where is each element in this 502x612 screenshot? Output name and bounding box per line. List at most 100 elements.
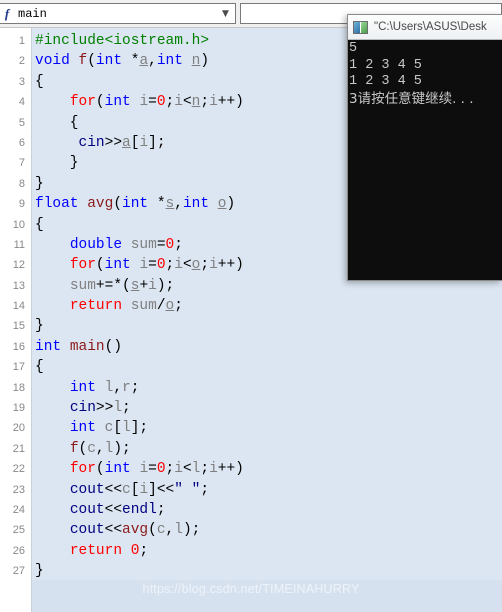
code-token: o [165,298,175,315]
code-token: = [148,257,157,274]
code-empty-area[interactable] [32,580,502,612]
console-line: 1 2 3 4 5 [349,57,422,73]
code-token: sum [130,298,157,315]
code-token: 0 [156,257,166,274]
line-number: 2 [18,55,25,68]
line-number: 9 [18,198,25,211]
code-token: >> [104,134,123,151]
code-token: i [139,481,149,498]
code-line[interactable]: 19 cin>>l; [0,398,502,418]
line-text: return sum/o; [35,296,183,316]
code-token: i [148,277,157,294]
console-title-bar[interactable]: "C:\Users\ASUS\Desk [348,15,502,40]
code-token: +=*( [95,277,131,294]
line-number: 7 [18,157,25,170]
line-number: 12 [12,259,25,272]
code-token: sum [130,236,157,253]
code-token: int [69,379,96,396]
code-line[interactable]: 14 return sum/o; [0,296,502,316]
code-token: f [69,440,79,457]
code-token: << [104,522,123,539]
console-line: 3请按任意键继续. . . [349,90,474,107]
code-line[interactable]: 25 cout<<avg(c,l); [0,520,502,540]
code-token: , [165,522,175,539]
code-token: a [122,134,131,151]
code-line[interactable]: 27} [0,561,502,581]
code-token: ; [165,257,175,274]
code-line[interactable]: 21 f(c,l); [0,439,502,459]
code-token: cin [69,400,96,417]
line-text: float avg(int *s,int o) [35,194,235,214]
code-token: ( [113,196,123,213]
line-number: 10 [12,218,25,231]
code-token: avg [87,196,114,213]
code-line[interactable]: 17 { [0,357,502,377]
line-number: 4 [18,96,25,109]
code-token: , [113,379,123,396]
line-text: } [35,174,44,194]
code-token: l [122,420,131,437]
code-token: ) [200,53,210,70]
line-text: for(int i=0;i<o;i++) [35,255,244,275]
code-token: int [104,461,131,478]
code-token: , [148,53,157,70]
line-number: 23 [12,483,25,496]
code-token: i [174,94,183,111]
line-number: 11 [13,238,25,251]
code-token: { [35,73,44,90]
code-line[interactable]: 23 cout<<c[i]<<" "; [0,480,502,500]
code-line[interactable]: 20 int c[l]; [0,418,502,438]
line-text: double sum=0; [35,235,183,255]
code-token: << [104,501,123,518]
code-token: for [69,461,96,478]
line-text: int main() [35,337,122,357]
code-line[interactable]: 24 cout<<endl; [0,500,502,520]
line-number: 3 [18,75,25,88]
code-token: cout [69,481,105,498]
code-token: i [139,461,149,478]
code-line[interactable]: 16 int main() [0,337,502,357]
console-window[interactable]: "C:\Users\ASUS\Desk 51 2 3 4 51 2 3 4 53… [347,14,502,281]
code-token: ; [139,542,149,559]
code-line[interactable]: 22 for(int i=0;i<l;i++) [0,459,502,479]
code-token: double [69,236,123,253]
line-text: return 0; [35,541,148,561]
code-line[interactable]: 15} [0,316,502,336]
console-title-text: "C:\Users\ASUS\Desk [374,21,487,33]
code-token: f [78,53,88,70]
line-text: cin>>a[i]; [35,133,166,153]
code-token: + [139,277,149,294]
console-line: 5 [349,41,358,56]
code-token: ( [95,94,105,111]
line-text: for(int i=0;i<n;i++) [35,92,244,112]
code-token: ( [95,461,105,478]
line-number: 18 [12,381,25,394]
code-token: cout [69,522,105,539]
code-token: < [182,257,192,274]
code-token: * [122,53,140,70]
code-token: < [182,94,192,111]
code-line[interactable]: 26 return 0; [0,541,502,561]
code-token: i [174,257,183,274]
chevron-down-icon[interactable]: ▼ [217,5,234,22]
function-selector-combobox[interactable]: f main ▼ [0,3,236,24]
code-token: int [69,420,96,437]
code-token: , [95,440,105,457]
code-token: ( [148,522,157,539]
code-token: " " [174,481,201,498]
line-text: cout<<c[i]<<" "; [35,480,209,500]
code-line[interactable]: 18 int l,r; [0,378,502,398]
code-token: i [174,461,183,478]
